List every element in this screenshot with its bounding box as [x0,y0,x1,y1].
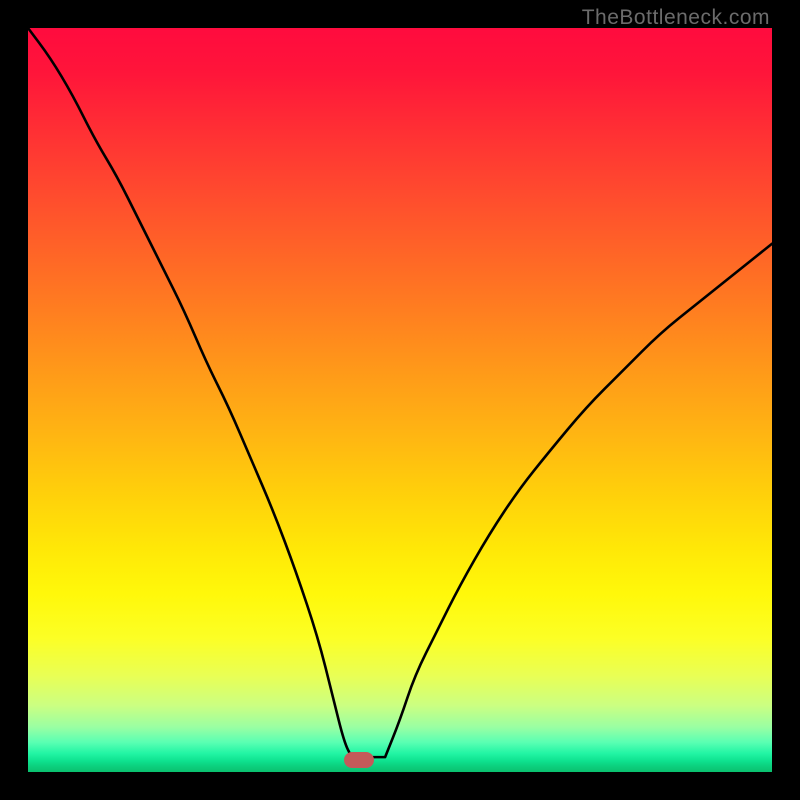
plot-area [28,28,772,772]
chart-frame: TheBottleneck.com [0,0,800,800]
optimal-marker [344,752,374,768]
bottleneck-curve [28,28,772,772]
watermark-text: TheBottleneck.com [582,6,770,30]
